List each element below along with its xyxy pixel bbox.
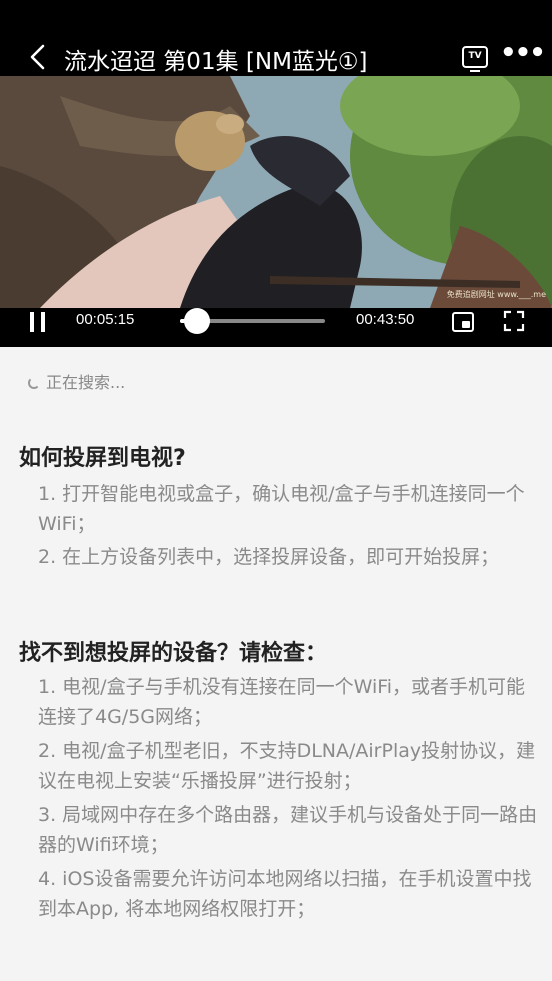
howto-item: 1. 打开智能电视或盒子，确认电视/盒子与手机连接同一个WiFi； — [38, 483, 525, 535]
troubleshoot-item: 3. 局域网中存在多个路由器，建议手机与设备处于同一路由器的Wifi环境； — [38, 804, 538, 856]
back-arrow-icon[interactable] — [26, 44, 50, 70]
player-top-bar: 流水迢迢 第01集 [NM蓝光①] TV ••• — [0, 38, 552, 78]
pause-icon[interactable] — [29, 312, 47, 332]
video-title: 流水迢迢 第01集 [NM蓝光①] — [64, 49, 368, 75]
video-frame[interactable]: 免费追剧网址 www.___.me — [0, 76, 552, 308]
tv-cast-icon[interactable]: TV — [462, 46, 488, 72]
loading-spinner-icon — [28, 377, 40, 389]
current-time: 00:05:15 — [76, 311, 135, 328]
searching-text: 正在搜索... — [46, 373, 126, 392]
player-controls: 00:05:15 00:43:50 — [0, 300, 552, 344]
seek-bar-handle[interactable] — [184, 308, 211, 334]
howto-item: 2. 在上方设备列表中，选择投屏设备，即可开始投屏； — [38, 546, 500, 568]
searching-status: 正在搜索... — [28, 369, 125, 393]
video-frame-image — [0, 76, 552, 308]
seek-bar[interactable] — [180, 308, 325, 334]
picture-in-picture-icon[interactable] — [452, 312, 474, 332]
troubleshoot-item: 2. 电视/盒子机型老旧，不支持DLNA/AirPlay投射协议，建议在电视上安… — [38, 740, 536, 792]
video-player[interactable]: 免费追剧网址 www.___.me 流水迢迢 第01集 [NM蓝光①] TV •… — [0, 0, 552, 347]
video-watermark: 免费追剧网址 www.___.me — [446, 290, 546, 299]
more-options-icon[interactable]: ••• — [500, 40, 546, 68]
fullscreen-icon[interactable] — [503, 310, 525, 332]
troubleshoot-item: 1. 电视/盒子与手机没有连接在同一个WiFi，或者手机可能连接了4G/5G网络… — [38, 676, 526, 728]
total-time: 00:43:50 — [356, 311, 415, 328]
howto-heading: 如何投屏到电视? — [19, 446, 186, 471]
troubleshoot-heading: 找不到想投屏的设备？请检查： — [19, 641, 328, 666]
troubleshoot-item: 4. iOS设备需要允许访问本地网络以扫描，在手机设置中找到本App, 将本地网… — [38, 868, 532, 920]
